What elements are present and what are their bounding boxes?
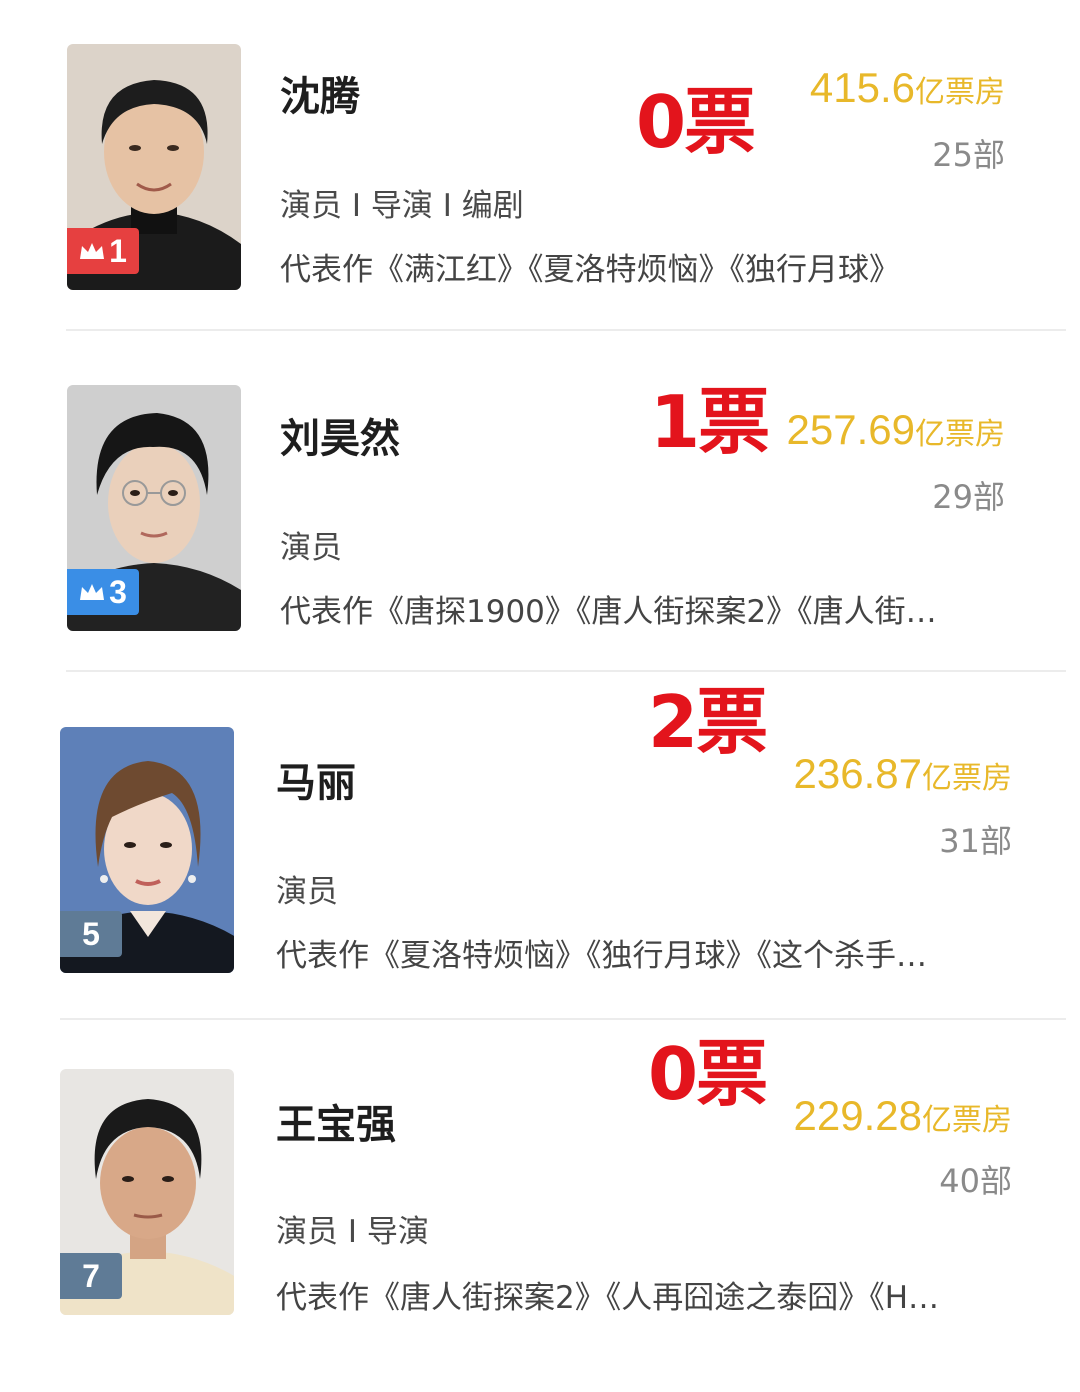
divider	[60, 1018, 1066, 1020]
film-count: 29部	[932, 478, 1005, 516]
box-office: 229.28亿票房	[794, 1092, 1012, 1140]
rank-number: 7	[82, 1257, 100, 1294]
box-office-unit: 亿票房	[922, 1104, 1012, 1137]
box-office-value: 229.28	[793, 1092, 922, 1139]
box-office: 415.6亿票房	[810, 64, 1005, 112]
box-office-value: 236.87	[793, 750, 922, 797]
box-office-value: 257.69	[786, 406, 915, 453]
vote-count: 0票	[636, 80, 756, 164]
vote-count: 2票	[648, 680, 768, 764]
rank-number: 5	[82, 915, 100, 952]
avatar[interactable]: 5	[60, 727, 234, 973]
celebrity-name[interactable]: 王宝强	[276, 1092, 396, 1150]
representative-works: 代表作《唐人街探案2》《人再囧途之泰囧》《H…	[276, 1280, 940, 1316]
rank-badge: 7	[60, 1253, 122, 1299]
rank-number: 3	[109, 573, 127, 610]
avatar[interactable]: 7	[60, 1069, 234, 1315]
divider	[66, 329, 1066, 331]
celebrity-row[interactable]: 3 刘昊然 演员 代表作《唐探1900》《唐人街探案2》《唐人街… 1票 257…	[0, 340, 1080, 680]
celebrity-row[interactable]: 1 沈腾 演员 I 导演 I 编剧 代表作《满江红》《夏洛特烦恼》《独行月球》 …	[0, 0, 1080, 340]
celebrity-name[interactable]: 刘昊然	[280, 406, 400, 464]
crown-icon	[80, 584, 105, 600]
celebrity-row[interactable]: 7 王宝强 演员 I 导演 代表作《唐人街探案2》《人再囧途之泰囧》《H… 0票…	[0, 1024, 1080, 1364]
representative-works: 代表作《满江红》《夏洛特烦恼》《独行月球》	[280, 252, 900, 288]
rank-badge: 3	[67, 569, 139, 615]
celebrity-roles: 演员 I 导演 I 编剧	[280, 188, 524, 224]
avatar[interactable]: 3	[67, 385, 241, 631]
box-office-value: 415.6	[809, 64, 915, 111]
film-count: 31部	[939, 822, 1012, 860]
celebrity-roles: 演员 I 导演	[276, 1214, 429, 1250]
box-office: 236.87亿票房	[794, 750, 1012, 798]
box-office-unit: 亿票房	[915, 418, 1005, 451]
celebrity-name[interactable]: 马丽	[276, 750, 356, 808]
crown-icon	[80, 243, 105, 259]
celebrity-roles: 演员	[280, 530, 342, 566]
box-office-unit: 亿票房	[915, 76, 1005, 109]
representative-works: 代表作《唐探1900》《唐人街探案2》《唐人街…	[280, 594, 937, 630]
rank-badge: 1	[67, 228, 139, 274]
film-count: 40部	[939, 1162, 1012, 1200]
celebrity-name[interactable]: 沈腾	[280, 64, 360, 122]
avatar[interactable]: 1	[67, 44, 241, 290]
rank-badge: 5	[60, 911, 122, 957]
celebrity-roles: 演员	[276, 874, 338, 910]
divider	[66, 670, 1066, 672]
box-office: 257.69亿票房	[787, 406, 1005, 454]
vote-count: 1票	[650, 380, 770, 464]
box-office-unit: 亿票房	[922, 762, 1012, 795]
film-count: 25部	[932, 136, 1005, 174]
representative-works: 代表作《夏洛特烦恼》《独行月球》《这个杀手…	[276, 938, 927, 974]
celebrity-row[interactable]: 5 马丽 演员 代表作《夏洛特烦恼》《独行月球》《这个杀手… 2票 236.87…	[0, 682, 1080, 1022]
vote-count: 0票	[648, 1032, 768, 1116]
rank-number: 1	[109, 232, 127, 269]
